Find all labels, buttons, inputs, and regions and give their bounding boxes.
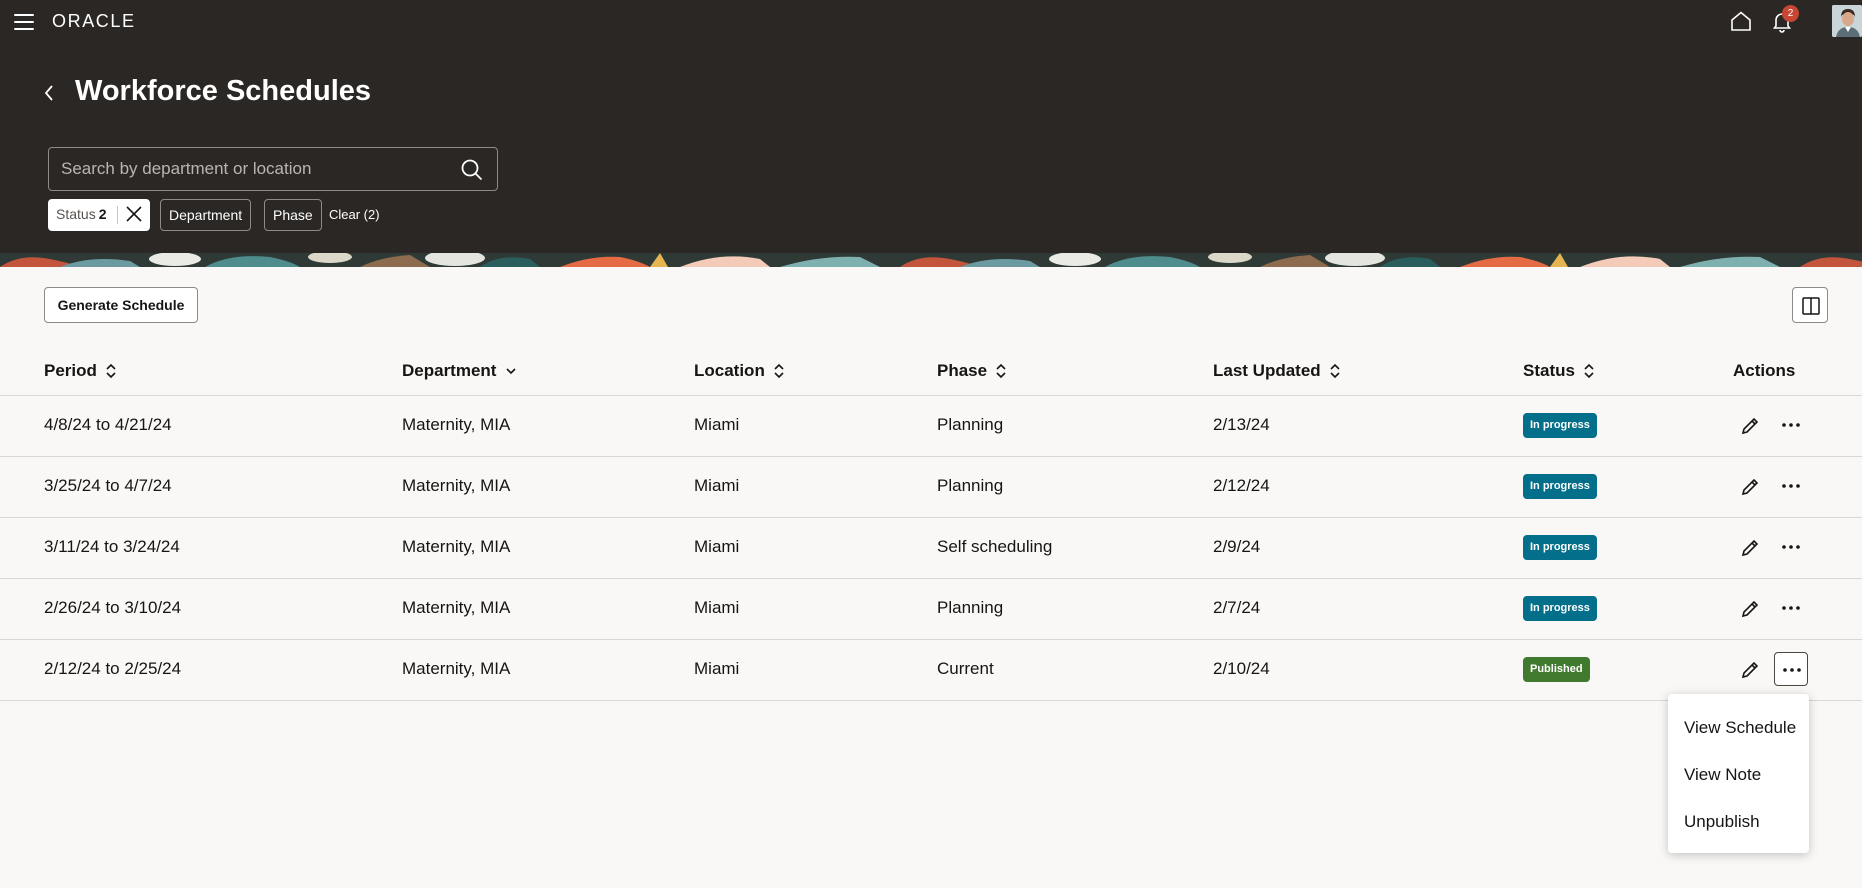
notification-count-badge: 2	[1782, 5, 1799, 22]
status-filter-count: 2	[98, 206, 107, 222]
split-panel-icon	[1802, 297, 1820, 315]
period-cell: 4/8/24 to 4/21/24	[44, 415, 172, 434]
last-updated-cell: 2/13/24	[1213, 415, 1270, 434]
phase-cell: Planning	[937, 476, 1004, 495]
sort-icon	[774, 363, 784, 379]
column-header-period[interactable]: Period	[44, 361, 117, 381]
ellipsis-icon	[1783, 668, 1801, 672]
user-avatar[interactable]	[1832, 5, 1862, 37]
last-updated-cell: 2/12/24	[1213, 476, 1270, 495]
phase-cell: Planning	[937, 598, 1004, 617]
column-header-last-updated[interactable]: Last Updated	[1213, 361, 1341, 381]
close-icon[interactable]	[124, 204, 144, 224]
sort-icon	[996, 363, 1006, 379]
department-cell: Maternity, MIA	[402, 537, 511, 556]
ellipsis-icon	[1782, 484, 1800, 488]
more-actions-button[interactable]	[1774, 591, 1808, 625]
row-actions-menu: View Schedule View Note Unpublish	[1668, 694, 1809, 853]
edit-pencil-icon[interactable]	[1739, 537, 1761, 559]
chevron-down-icon	[506, 368, 517, 375]
edit-pencil-icon[interactable]	[1739, 476, 1761, 498]
table-row[interactable]: 4/8/24 to 4/21/24 Maternity, MIA Miami P…	[0, 396, 1862, 457]
status-filter-chip[interactable]: Status 2	[48, 199, 150, 231]
location-cell: Miami	[694, 537, 740, 556]
ellipsis-icon	[1782, 606, 1800, 610]
more-actions-button[interactable]	[1774, 530, 1808, 564]
table-row[interactable]: 2/12/24 to 2/25/24 Maternity, MIA Miami …	[0, 640, 1862, 701]
location-cell: Miami	[694, 659, 740, 678]
status-badge: In progress	[1523, 413, 1597, 438]
search-input[interactable]	[61, 148, 451, 190]
sort-icon	[1330, 363, 1340, 379]
column-header-status[interactable]: Status	[1523, 361, 1595, 381]
department-filter-chip[interactable]: Department	[160, 199, 252, 231]
home-icon[interactable]	[1729, 9, 1753, 33]
column-header-department[interactable]: Department	[402, 361, 518, 381]
table-row[interactable]: 3/25/24 to 4/7/24 Maternity, MIA Miami P…	[0, 457, 1862, 518]
chip-divider	[117, 206, 118, 224]
page-title: Workforce Schedules	[75, 75, 372, 107]
app-header: ORACLE 2 Workforce Schedules Status2	[0, 0, 1862, 267]
phase-cell: Planning	[937, 415, 1004, 434]
table-header: Period Department Location Phase Last Up…	[0, 345, 1862, 396]
search-icon[interactable]	[459, 157, 485, 183]
menu-item-view-schedule[interactable]: View Schedule	[1668, 704, 1809, 751]
status-filter-label: Status	[56, 206, 96, 222]
ellipsis-icon	[1782, 423, 1800, 427]
more-actions-button[interactable]	[1774, 408, 1808, 442]
period-cell: 3/11/24 to 3/24/24	[44, 537, 180, 556]
last-updated-cell: 2/7/24	[1213, 598, 1261, 617]
more-actions-button[interactable]	[1774, 469, 1808, 503]
sort-icon	[106, 363, 116, 379]
phase-cell: Self scheduling	[937, 537, 1053, 556]
department-cell: Maternity, MIA	[402, 415, 511, 434]
search-box	[48, 147, 498, 191]
generate-schedule-button[interactable]: Generate Schedule	[44, 287, 198, 323]
status-badge: In progress	[1523, 474, 1597, 499]
edit-pencil-icon[interactable]	[1739, 598, 1761, 620]
column-header-actions: Actions	[1733, 361, 1796, 380]
decorative-banner	[0, 253, 1862, 267]
table-row[interactable]: 3/11/24 to 3/24/24 Maternity, MIA Miami …	[0, 518, 1862, 579]
hamburger-menu-icon[interactable]	[14, 14, 34, 30]
department-cell: Maternity, MIA	[402, 476, 511, 495]
oracle-logo: ORACLE	[52, 11, 136, 31]
last-updated-cell: 2/10/24	[1213, 659, 1270, 678]
phase-filter-chip[interactable]: Phase	[264, 199, 322, 231]
status-badge: In progress	[1523, 535, 1597, 560]
edit-pencil-icon[interactable]	[1739, 659, 1761, 681]
column-header-phase[interactable]: Phase	[937, 361, 1007, 381]
location-cell: Miami	[694, 598, 740, 617]
department-cell: Maternity, MIA	[402, 659, 511, 678]
ellipsis-icon	[1782, 545, 1800, 549]
phase-cell: Current	[937, 659, 994, 678]
menu-item-unpublish[interactable]: Unpublish	[1668, 798, 1809, 845]
period-cell: 3/25/24 to 4/7/24	[44, 476, 172, 495]
split-view-button[interactable]	[1792, 287, 1828, 323]
clear-filters-link[interactable]: Clear (2)	[329, 207, 380, 222]
period-cell: 2/26/24 to 3/10/24	[44, 598, 182, 617]
period-cell: 2/12/24 to 2/25/24	[44, 659, 182, 678]
last-updated-cell: 2/9/24	[1213, 537, 1261, 556]
department-cell: Maternity, MIA	[402, 598, 511, 617]
table-row[interactable]: 2/26/24 to 3/10/24 Maternity, MIA Miami …	[0, 579, 1862, 640]
sort-icon	[1584, 363, 1594, 379]
back-arrow-icon[interactable]	[40, 82, 58, 104]
edit-pencil-icon[interactable]	[1739, 415, 1761, 437]
location-cell: Miami	[694, 476, 740, 495]
more-actions-button[interactable]	[1774, 652, 1808, 686]
location-cell: Miami	[694, 415, 740, 434]
menu-item-view-note[interactable]: View Note	[1668, 751, 1809, 798]
status-badge: Published	[1523, 657, 1590, 682]
column-header-location[interactable]: Location	[694, 361, 785, 381]
status-badge: In progress	[1523, 596, 1597, 621]
